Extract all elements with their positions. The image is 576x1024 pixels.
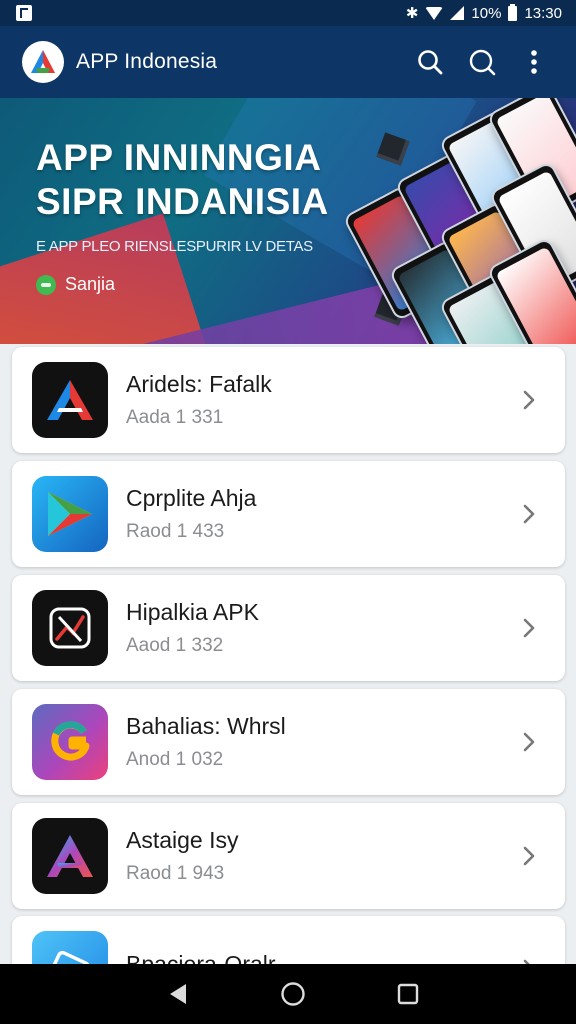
app-meta: Aaod 1 332 bbox=[126, 635, 224, 656]
app-name: Hipalkia APK bbox=[126, 599, 259, 625]
banner-title-line2: SIPR INDANISIA bbox=[36, 181, 329, 222]
toggle-icon bbox=[36, 274, 56, 295]
chevron-right-icon bbox=[509, 722, 549, 762]
app-meta: Raod 1 433 bbox=[126, 521, 225, 542]
app-list-item[interactable]: Bahalias: Whrsl Anod 1 032 bbox=[12, 689, 565, 795]
back-button[interactable] bbox=[156, 972, 200, 1016]
app-meta: Aada 1 331 bbox=[126, 407, 224, 428]
app-name: Bahalias: Whrsl bbox=[126, 713, 286, 739]
bluetooth-icon: ✱ bbox=[405, 4, 419, 22]
app-meta: Raod 1 943 bbox=[126, 863, 225, 884]
more-vert-icon bbox=[531, 50, 537, 74]
banner-badge-label: Sanjia bbox=[65, 274, 116, 294]
app-logo-icon bbox=[22, 41, 64, 83]
app-list-item[interactable]: Astaige Isy Raod 1 943 bbox=[12, 803, 565, 909]
app-list-item[interactable]: Cprplite Ahja Raod 1 433 bbox=[12, 461, 565, 567]
chevron-right-icon bbox=[509, 836, 549, 876]
battery-percent: 10% bbox=[471, 4, 502, 22]
app-name: Astaige Isy bbox=[126, 827, 239, 853]
search-button-2[interactable] bbox=[456, 36, 508, 88]
search-button[interactable] bbox=[404, 36, 456, 88]
app-icon-x-chart bbox=[32, 590, 108, 666]
system-nav-bar bbox=[0, 964, 576, 1024]
chevron-right-icon bbox=[509, 494, 549, 534]
wifi-icon bbox=[425, 6, 444, 20]
app-icon-a-logo bbox=[32, 362, 108, 438]
banner-title: APP INNINNGIA SIPR INDANISIA bbox=[36, 136, 329, 224]
app-list-item[interactable]: Aridels: Fafalk Aada 1 331 bbox=[12, 347, 565, 453]
more-options-button[interactable] bbox=[508, 36, 560, 88]
search-icon bbox=[469, 49, 496, 76]
app-list-item[interactable]: Hipalkia APK Aaod 1 332 bbox=[12, 575, 565, 681]
back-icon bbox=[169, 984, 186, 1004]
signal-icon bbox=[450, 6, 465, 20]
app-meta: Anod 1 032 bbox=[126, 749, 224, 770]
chevron-right-icon bbox=[509, 380, 549, 420]
recents-icon bbox=[398, 983, 419, 1005]
banner-badge[interactable]: Sanjia bbox=[36, 274, 115, 295]
app-icon-play-triangle bbox=[32, 476, 108, 552]
home-icon bbox=[281, 982, 305, 1006]
app-icon-g-gradient bbox=[32, 704, 108, 780]
home-button[interactable] bbox=[271, 972, 315, 1016]
search-icon bbox=[418, 50, 443, 75]
notification-icon bbox=[16, 5, 32, 21]
recents-button[interactable] bbox=[386, 972, 430, 1016]
app-bar: APP Indonesia bbox=[0, 26, 576, 98]
battery-icon bbox=[508, 3, 518, 21]
app-name: Aridels: Fafalk bbox=[126, 371, 272, 397]
app-name: Cprplite Ahja bbox=[126, 485, 257, 511]
banner-title-line1: APP INNINNGIA bbox=[36, 137, 322, 178]
clock: 13:30 bbox=[524, 4, 562, 22]
status-bar: ✱ 10% 13:30 bbox=[0, 0, 576, 26]
chevron-right-icon bbox=[509, 608, 549, 648]
promo-banner[interactable]: APP INNINNGIA SIPR INDANISIA E APP PLEO … bbox=[0, 98, 576, 344]
app-title: APP Indonesia bbox=[76, 50, 218, 73]
banner-subtitle: E APP PLEO RIENSLESPURIR LV DETAS bbox=[36, 238, 313, 255]
app-icon-a-gradient bbox=[32, 818, 108, 894]
